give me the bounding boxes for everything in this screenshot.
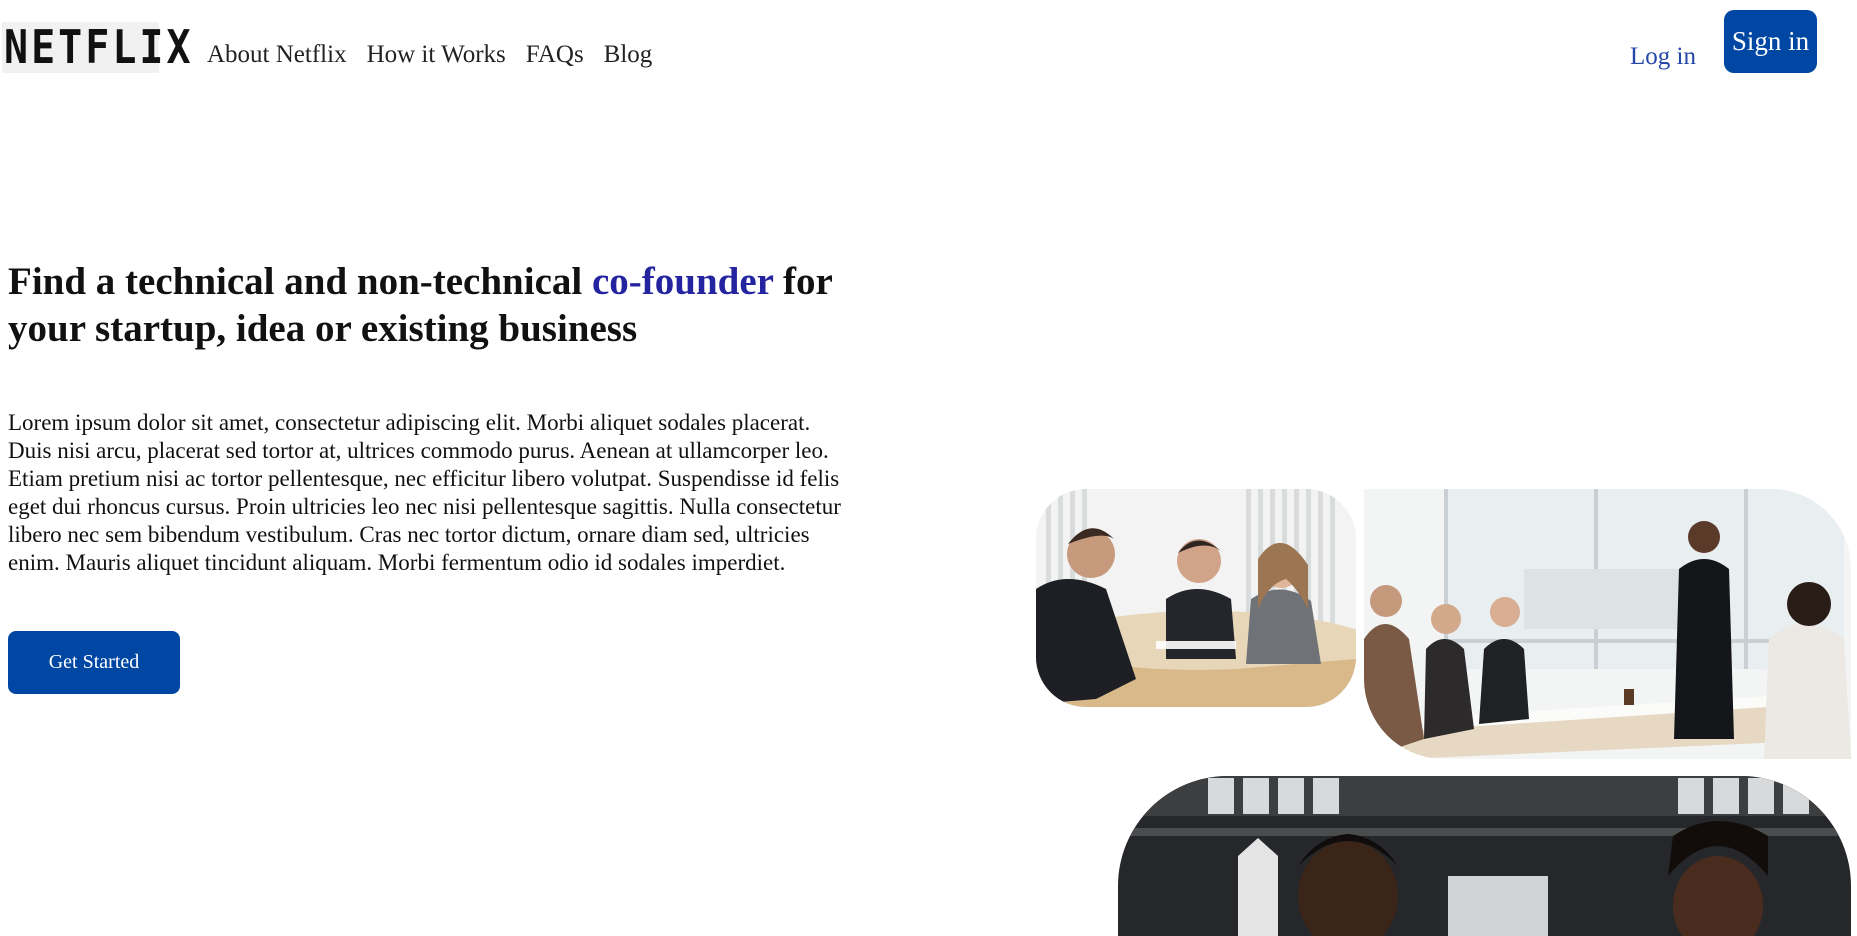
nav-how-it-works[interactable]: How it Works — [367, 41, 506, 69]
hero-headline: Find a technical and non-technical co-fo… — [8, 258, 888, 352]
login-link[interactable]: Log in — [1630, 43, 1696, 71]
main-nav: About Netflix How it Works FAQs Blog — [207, 41, 652, 69]
netflix-logo[interactable]: NETFLIX — [2, 21, 191, 74]
headline-accent: co-founder — [591, 260, 774, 303]
meeting-photo-1 — [1036, 489, 1356, 707]
logo-text: NETFLIX — [4, 21, 194, 74]
nav-blog[interactable]: Blog — [604, 41, 653, 69]
signin-button[interactable]: Sign in — [1724, 10, 1817, 73]
meeting-photo-2 — [1364, 489, 1851, 759]
get-started-button[interactable]: Get Started — [8, 631, 180, 694]
nav-about-netflix[interactable]: About Netflix — [207, 41, 347, 69]
hero-description: Lorem ipsum dolor sit amet, consectetur … — [8, 410, 841, 575]
meeting-photo-3 — [1118, 776, 1851, 936]
headline-text-start: Find a technical and non-technical — [8, 260, 592, 303]
nav-faqs[interactable]: FAQs — [526, 41, 584, 69]
